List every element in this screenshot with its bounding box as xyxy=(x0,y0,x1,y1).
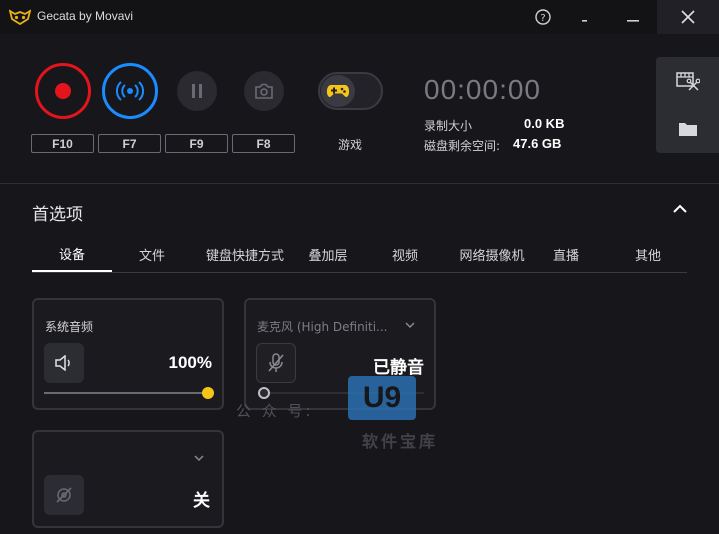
chevron-up-icon xyxy=(673,204,687,213)
chevron-down-icon xyxy=(194,455,204,462)
webcam-off-icon xyxy=(56,487,72,503)
chevron-down-icon xyxy=(405,322,415,329)
record-icon xyxy=(55,83,71,99)
system-audio-title: 系统音频 xyxy=(45,320,94,334)
system-audio-slider-thumb[interactable] xyxy=(202,387,214,399)
system-audio-mute-button[interactable] xyxy=(44,343,84,383)
webcam-card: 关 xyxy=(32,430,224,528)
camera-icon xyxy=(255,83,273,99)
tab-streaming[interactable]: 直播 xyxy=(544,236,588,272)
recording-timer: 00:00:00 xyxy=(424,74,541,105)
game-mode-toggle[interactable] xyxy=(318,72,383,110)
tab-files[interactable]: 文件 xyxy=(112,236,192,272)
pause-icon xyxy=(192,84,202,98)
watermark-logo: U9 xyxy=(348,376,416,420)
app-title: Gecata by Movavi xyxy=(37,9,134,23)
folder-icon xyxy=(678,123,697,136)
close-button[interactable] xyxy=(657,0,719,34)
system-audio-slider-fill xyxy=(44,392,208,394)
watermark: 公 众 号: U9 软件宝库 xyxy=(236,376,456,456)
tab-other[interactable]: 其他 xyxy=(626,236,670,272)
section-divider xyxy=(0,183,719,184)
tab-video[interactable]: 视频 xyxy=(378,236,432,272)
speaker-icon xyxy=(55,355,70,371)
system-audio-card: 系统音频 100% xyxy=(32,298,224,410)
maximize-icon xyxy=(627,20,639,22)
system-audio-slider[interactable] xyxy=(44,387,214,399)
pause-hotkey[interactable]: F9 xyxy=(165,134,228,153)
gamepad-icon xyxy=(326,85,350,97)
open-folder-button[interactable] xyxy=(656,105,719,153)
stream-hotkey[interactable]: F7 xyxy=(98,134,161,153)
tab-overlay[interactable]: 叠加层 xyxy=(298,236,358,272)
tab-devices[interactable]: 设备 xyxy=(32,236,112,272)
video-editor-button[interactable] xyxy=(656,57,719,105)
disk-free-label: 磁盘剩余空间: xyxy=(424,139,501,153)
microphone-muted-icon xyxy=(268,353,284,372)
maximize-button[interactable] xyxy=(610,0,656,34)
collapse-preferences-button[interactable] xyxy=(668,199,692,219)
record-button[interactable] xyxy=(35,63,91,119)
watermark-site: 软件宝库 xyxy=(362,432,439,451)
close-icon xyxy=(681,10,695,24)
tab-hotkeys[interactable]: 键盘快捷方式 xyxy=(192,236,298,272)
webcam-status: 关 xyxy=(193,491,210,510)
record-hotkey[interactable]: F10 xyxy=(31,134,94,153)
title-bar: Gecata by Movavi ? xyxy=(0,0,719,34)
microphone-device-select[interactable]: 麦克风 (High Definiti... xyxy=(257,318,388,335)
help-glyph: ? xyxy=(540,13,545,24)
gecata-logo-icon xyxy=(9,9,31,25)
game-mode-knob xyxy=(321,75,355,107)
screenshot-hotkey[interactable]: F8 xyxy=(232,134,295,153)
side-panel xyxy=(656,57,719,153)
preferences-title: 首选项 xyxy=(32,205,83,225)
watermark-prefix: 公 众 号: xyxy=(236,402,314,420)
tab-webcam[interactable]: 网络摄像机 xyxy=(446,236,538,272)
minimize-button[interactable] xyxy=(562,0,608,34)
disk-free-value: 47.6 GB xyxy=(513,136,562,151)
system-audio-level-value: 100% xyxy=(168,353,212,372)
game-mode-label: 游戏 xyxy=(338,138,363,152)
broadcast-icon xyxy=(116,81,144,101)
recording-size-value: 0.0 KB xyxy=(524,116,565,131)
webcam-toggle-button[interactable] xyxy=(44,475,84,515)
help-icon: ? xyxy=(535,9,551,25)
recording-size-label: 录制大小 xyxy=(424,119,473,133)
pause-button[interactable] xyxy=(177,71,217,111)
watermark-logo-text: U9 xyxy=(362,381,402,414)
minimize-icon xyxy=(582,20,587,22)
help-button[interactable]: ? xyxy=(520,0,566,34)
stream-button[interactable] xyxy=(102,63,158,119)
video-edit-icon xyxy=(675,72,700,91)
microphone-status: 已静音 xyxy=(373,358,424,377)
screenshot-button[interactable] xyxy=(244,71,284,111)
preferences-tabs: 设备 文件 键盘快捷方式 叠加层 视频 网络摄像机 直播 其他 xyxy=(32,236,687,273)
